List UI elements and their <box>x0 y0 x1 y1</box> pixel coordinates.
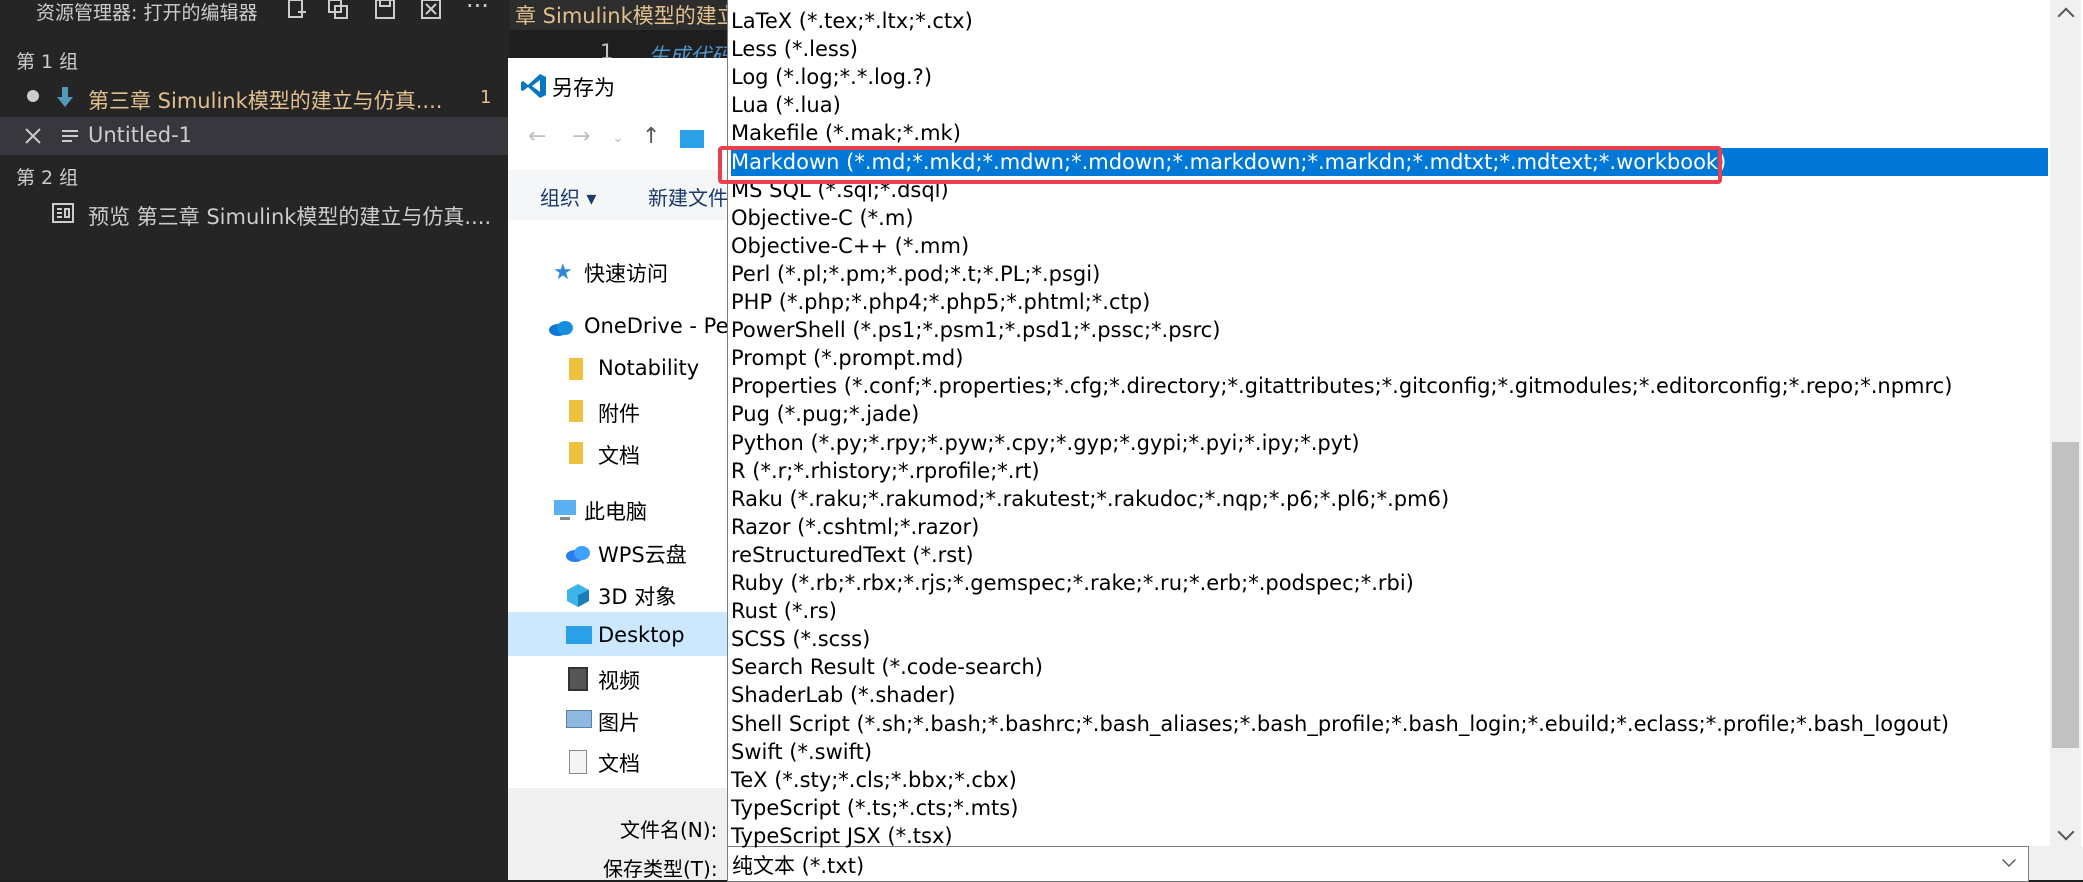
dropdown-option[interactable]: Less (*.less) <box>731 35 858 63</box>
filename-label: 文件名(N): <box>620 818 718 842</box>
preview-icon <box>52 203 74 223</box>
editor-item-label: 第三章 Simulink模型的建立与仿真.... <box>88 89 443 113</box>
dropdown-option[interactable]: Objective-C++ (*.mm) <box>731 232 969 260</box>
nav-notability[interactable]: Notability <box>598 356 699 380</box>
savetype-dropdown-list[interactable]: LaTeX (*.tex;*.ltx;*.ctx) Less (*.less) Lo… <box>727 0 2083 848</box>
3d-objects-icon <box>567 584 589 607</box>
dialog-title: 另存为 <box>552 76 615 100</box>
dropdown-option[interactable]: Razor (*.cshtml;*.razor) <box>731 513 979 541</box>
vscode-logo-icon <box>521 74 546 98</box>
nav-videos[interactable]: 视频 <box>598 665 640 695</box>
editor-item-label: Untitled-1 <box>88 123 193 147</box>
dropdown-option[interactable]: Shell Script (*.sh;*.bash;*.bashrc;*.bas… <box>731 710 1949 738</box>
history-chevron-icon[interactable]: ⌄ <box>612 130 624 146</box>
problem-count-badge: 1 <box>480 87 492 108</box>
editor-item-label: 预览 第三章 Simulink模型的建立与仿真.... <box>88 205 492 229</box>
group-1-label: 第 1 组 <box>16 51 79 73</box>
dropdown-option[interactable]: ShaderLab (*.shader) <box>731 681 956 709</box>
dropdown-option[interactable]: Rust (*.rs) <box>731 597 837 625</box>
nav-documents-onedrive[interactable]: 文档 <box>598 440 640 470</box>
close-icon[interactable] <box>24 127 42 145</box>
markdown-download-icon <box>57 87 73 107</box>
dropdown-option[interactable]: R (*.r;*.rhistory;*.rprofile;*.rt) <box>731 457 1040 485</box>
chevron-down-icon[interactable] <box>2002 853 2016 867</box>
nav-attachments[interactable]: 附件 <box>598 398 640 428</box>
close-all-icon[interactable] <box>418 0 444 22</box>
explorer-header: 资源管理器: 打开的编辑器 ··· <box>0 0 510 26</box>
back-arrow-icon[interactable]: ← <box>528 124 546 149</box>
folder-icon <box>569 358 583 380</box>
editor-item-preview[interactable]: 预览 第三章 Simulink模型的建立与仿真.... <box>0 195 510 233</box>
dropdown-option[interactable]: Properties (*.conf;*.properties;*.cfg;*.… <box>731 372 1952 400</box>
organize-button[interactable]: 组织 ▾ <box>540 182 596 211</box>
dropdown-option[interactable]: Makefile (*.mak;*.mk) <box>731 119 961 147</box>
dropdown-option[interactable]: Log (*.log;*.*.log.?) <box>731 63 932 91</box>
nav-3d-objects[interactable]: 3D 对象 <box>598 581 676 611</box>
folder-icon <box>569 400 583 422</box>
dropdown-option[interactable]: PowerShell (*.ps1;*.psm1;*.psd1;*.pssc;*… <box>731 316 1220 344</box>
editor-item-chapter3[interactable]: 第三章 Simulink模型的建立与仿真.... 1 <box>0 79 510 117</box>
nav-this-pc[interactable]: 此电脑 <box>584 496 647 526</box>
star-icon: ★ <box>553 260 573 285</box>
new-file-icon[interactable] <box>283 0 309 22</box>
dropdown-option[interactable]: PHP (*.php;*.php4;*.php5;*.phtml;*.ctp) <box>731 288 1150 316</box>
desktop-icon <box>566 626 592 644</box>
dropdown-option[interactable]: Search Result (*.code-search) <box>731 653 1043 681</box>
dropdown-option[interactable]: Swift (*.swift) <box>731 738 872 766</box>
dropdown-option[interactable]: reStructuredText (*.rst) <box>731 541 974 569</box>
folder-icon <box>569 442 583 464</box>
nav-wps-cloud[interactable]: WPS云盘 <box>598 539 687 569</box>
pictures-icon <box>566 710 592 728</box>
dropdown-option[interactable]: TypeScript JSX (*.tsx) <box>731 822 953 850</box>
dropdown-option[interactable]: Python (*.py;*.rpy;*.pyw;*.cpy;*.gyp;*.g… <box>731 429 1360 457</box>
nav-pictures[interactable]: 图片 <box>598 707 640 737</box>
nav-documents[interactable]: 文档 <box>598 748 640 778</box>
dirty-dot-icon <box>27 90 39 102</box>
savetype-value: 纯文本 (*.txt) <box>732 854 865 878</box>
dropdown-option[interactable]: Raku (*.raku;*.rakumod;*.rakutest;*.raku… <box>731 485 1449 513</box>
explorer-title: 资源管理器: 打开的编辑器 <box>36 2 258 24</box>
savetype-label: 保存类型(T): <box>603 857 718 881</box>
up-arrow-icon[interactable]: ↑ <box>642 124 660 149</box>
annotation-highlight-box <box>718 146 1722 184</box>
dropdown-option[interactable]: Objective-C (*.m) <box>731 204 914 232</box>
dropdown-option[interactable]: Perl (*.pl;*.pm;*.pod;*.t;*.PL;*.psgi) <box>731 260 1100 288</box>
save-all-icon[interactable] <box>372 0 398 22</box>
dropdown-option[interactable]: Pug (*.pug;*.jade) <box>731 400 919 428</box>
videos-icon <box>568 667 588 691</box>
dropdown-option[interactable]: SCSS (*.scss) <box>731 625 870 653</box>
documents-icon <box>569 750 587 774</box>
nav-onedrive[interactable]: OneDrive - Pe <box>584 314 729 338</box>
dropdown-option[interactable]: Prompt (*.prompt.md) <box>731 344 963 372</box>
more-actions-icon[interactable]: ··· <box>466 0 489 20</box>
onedrive-cloud-icon <box>549 321 573 336</box>
this-pc-icon <box>554 500 576 520</box>
wps-cloud-icon <box>566 546 590 562</box>
editor-item-untitled[interactable]: Untitled-1 <box>0 117 510 155</box>
dropdown-option[interactable]: Lua (*.lua) <box>731 91 841 119</box>
command-bar: 组织 ▾ 新建文件夹 <box>508 170 748 220</box>
group-2-label: 第 2 组 <box>16 167 79 189</box>
dropdown-option[interactable]: Ruby (*.rb;*.rbx;*.rjs;*.gemspec;*.rake;… <box>731 569 1414 597</box>
savetype-select[interactable]: 纯文本 (*.txt) <box>727 846 2029 882</box>
text-file-icon <box>62 130 78 142</box>
scrollbar-thumb[interactable] <box>2052 442 2079 748</box>
dropdown-option[interactable]: TypeScript (*.ts;*.cts;*.mts) <box>731 794 1018 822</box>
copy-icon[interactable] <box>325 0 351 22</box>
nav-desktop[interactable]: Desktop <box>598 623 685 647</box>
dropdown-option[interactable]: TeX (*.sty;*.cls;*.bbx;*.cbx) <box>731 766 1017 794</box>
nav-quick-access[interactable]: 快速访问 <box>584 258 668 288</box>
location-folder-icon <box>680 130 704 148</box>
forward-arrow-icon[interactable]: → <box>572 124 590 149</box>
dropdown-option[interactable]: LaTeX (*.tex;*.ltx;*.ctx) <box>731 7 973 35</box>
